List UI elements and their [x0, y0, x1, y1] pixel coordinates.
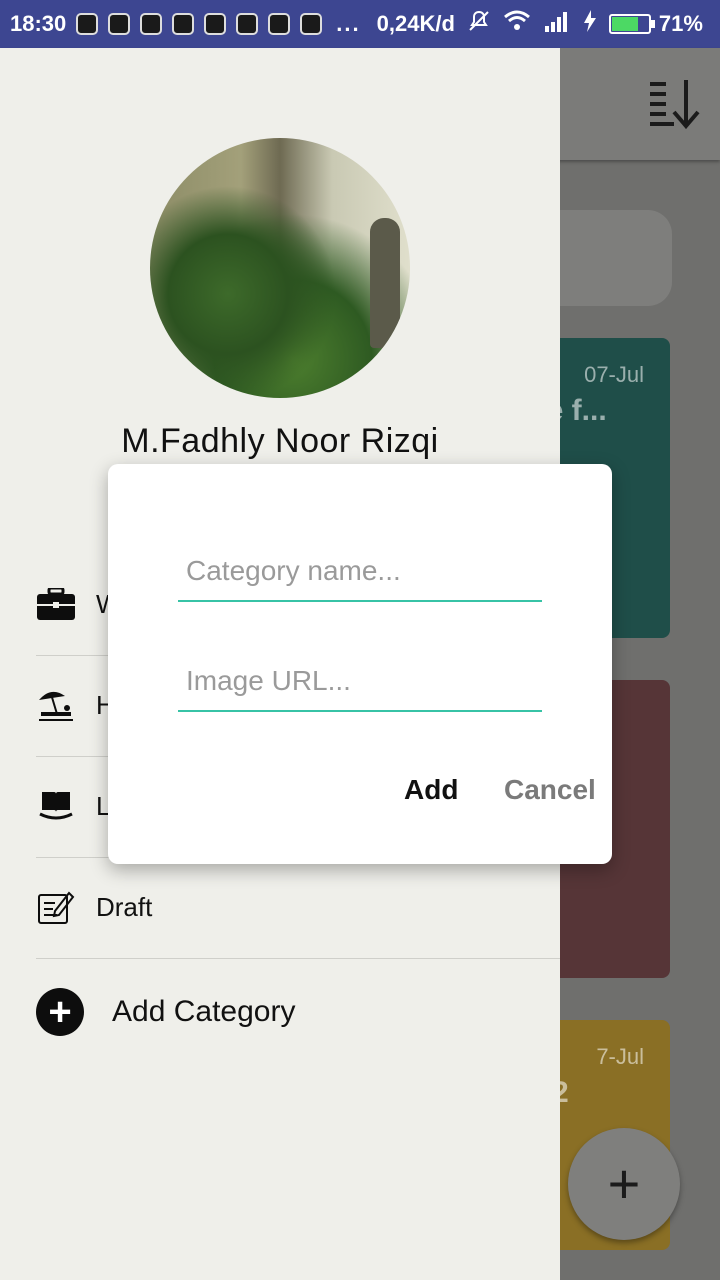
notification-icon	[268, 13, 291, 35]
profile-name: M.Fadhly Noor Rizqi	[121, 422, 439, 460]
open-book-icon	[36, 786, 76, 826]
battery-icon	[608, 14, 655, 34]
beach-umbrella-icon	[36, 685, 76, 725]
plus-icon: +	[607, 1152, 641, 1215]
battery-percent: 71%	[658, 11, 703, 36]
plus-circle-icon: +	[36, 988, 84, 1036]
sort-descending-icon[interactable]	[646, 76, 702, 132]
briefcase-icon	[36, 584, 76, 624]
menu-item-draft[interactable]: Draft	[36, 857, 560, 957]
signal-icon	[543, 10, 571, 38]
wifi-icon	[503, 10, 531, 38]
more-notifications: ...	[336, 11, 361, 36]
notification-icon	[172, 13, 195, 35]
notification-icon	[108, 13, 131, 35]
profile-avatar[interactable]	[150, 138, 410, 398]
edit-note-icon	[36, 887, 76, 927]
menu-divider	[36, 958, 560, 959]
mute-icon	[467, 9, 491, 39]
add-category-button[interactable]: + Add Category	[36, 988, 295, 1036]
category-name-input[interactable]	[178, 542, 542, 602]
add-category-dialog: Add Cancel	[108, 464, 612, 864]
add-button[interactable]: Add	[404, 774, 458, 806]
note-date: 07-Jul	[584, 362, 644, 387]
avatar-person	[370, 218, 400, 348]
notification-icon	[140, 13, 163, 35]
notification-icon	[300, 13, 323, 35]
image-url-input[interactable]	[178, 652, 542, 712]
status-time: 18:30	[10, 11, 67, 36]
notification-icon	[76, 13, 99, 35]
cancel-button[interactable]: Cancel	[504, 774, 596, 806]
notification-icon	[204, 13, 227, 35]
menu-label: Draft	[96, 891, 153, 922]
notification-icon	[236, 13, 259, 35]
network-speed: 0,24K/d	[376, 11, 455, 36]
note-date: 7-Jul	[596, 1044, 644, 1069]
add-note-button[interactable]: +	[568, 1128, 680, 1240]
add-category-label: Add Category	[112, 995, 296, 1028]
charging-icon	[583, 10, 597, 38]
status-bar: 18:30 ... 0,24K/d 71%	[0, 0, 720, 48]
